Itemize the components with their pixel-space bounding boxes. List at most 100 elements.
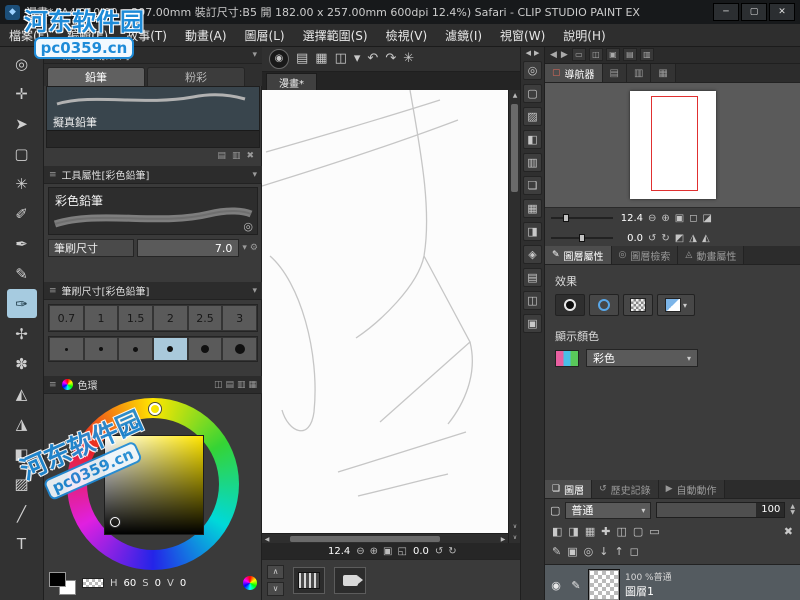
zoom-icon[interactable]: ⊖	[356, 546, 364, 557]
panel-menu-icon[interactable]: ≡	[49, 170, 57, 180]
csp-logo[interactable]: ◉	[269, 49, 289, 69]
navigator-rotate-slider[interactable]	[551, 232, 613, 244]
zoom-icon[interactable]: ⊕	[370, 546, 378, 557]
navigator-preview[interactable]	[545, 83, 800, 208]
workspace-panel-icon[interactable]: ◫	[523, 291, 542, 310]
panel-collapse-icon[interactable]: ▾	[252, 286, 257, 296]
pencil-tool[interactable]: ✎	[7, 259, 37, 288]
navigator-zoom-icon[interactable]: ⊕	[660, 213, 670, 224]
border-effect-button[interactable]	[555, 294, 585, 316]
dock-tab-icon[interactable]: ▤	[623, 48, 637, 61]
navigator-zoom-icon[interactable]: ◻	[688, 213, 698, 224]
navigator-zoom-icon[interactable]: ◪	[702, 213, 713, 224]
pen-tool[interactable]: ✒	[7, 229, 37, 258]
opacity-slider[interactable]: 100	[656, 502, 785, 518]
decoration-tool[interactable]: ✽	[7, 349, 37, 378]
vertical-scrollbar[interactable]: ▲ ∨ ∨	[508, 90, 520, 543]
page-up-button[interactable]: ∧	[267, 565, 284, 579]
display-color-select[interactable]: 彩色 ▾	[586, 349, 698, 367]
subtool-footer-icon[interactable]: ▤	[217, 151, 226, 161]
dock-tab-icon[interactable]: ▭	[572, 48, 586, 61]
brush-size-dot-cell[interactable]	[118, 337, 153, 361]
layer-command-icon[interactable]: ✎	[552, 545, 561, 558]
dock-left-icon[interactable]: ◀	[550, 50, 557, 60]
tab-layer-property[interactable]: ✎圖層屬性	[545, 246, 612, 264]
selection-launcher-icon[interactable]: ▢	[523, 84, 542, 103]
color-chips[interactable]	[49, 572, 76, 595]
tab-animation-property[interactable]: ◬動畫屬性	[678, 246, 744, 264]
blend-mode-select[interactable]: 普通 ▾	[565, 502, 651, 519]
color-panel-tab[interactable]: ▥	[237, 380, 246, 390]
menu-item[interactable]: 濾鏡(I)	[436, 27, 491, 44]
navigator-zoom-icon[interactable]: ▣	[674, 213, 685, 224]
saturation-value-square[interactable]	[104, 435, 204, 535]
figure-tool[interactable]: ╱	[7, 499, 37, 528]
menu-item[interactable]: 選擇範圍(S)	[294, 27, 377, 44]
minimize-button[interactable]: ─	[713, 3, 739, 21]
save-button[interactable]: ◫	[335, 51, 347, 66]
layer-command-icon[interactable]: ↑	[614, 545, 623, 558]
auto-select-tool[interactable]: ✳	[7, 169, 37, 198]
gradient-tool[interactable]: ▨	[7, 469, 37, 498]
rotate-icon[interactable]: ↻	[448, 546, 456, 557]
subtool-item-realistic-pencil[interactable]: 擬真鉛筆	[47, 87, 259, 131]
brush-size-dot-cell[interactable]	[84, 337, 119, 361]
rotate-icon[interactable]: ↺	[435, 546, 443, 557]
outline-effect-button[interactable]	[589, 294, 619, 316]
blend-tool[interactable]: ◮	[7, 409, 37, 438]
layer-command-icon[interactable]: ▦	[585, 525, 595, 538]
operation-tool[interactable]: ➤	[7, 109, 37, 138]
document-tab[interactable]: 漫畫*	[266, 73, 317, 90]
close-button[interactable]: ✕	[769, 3, 795, 21]
magnifier-icon[interactable]: ◎	[243, 220, 253, 233]
canvas[interactable]: ◀ ▶	[262, 90, 508, 543]
color-mode-icon[interactable]	[243, 576, 257, 590]
canvas-zoom-value[interactable]: 12.4	[328, 546, 350, 557]
menu-item[interactable]: 故事(T)	[117, 27, 176, 44]
mask-panel-icon[interactable]: ◨	[523, 222, 542, 241]
navigator-view-rect[interactable]	[651, 96, 698, 191]
tab-navigator[interactable]: ▢ 導航器	[545, 64, 603, 82]
navigator-rotate-icon[interactable]: ◩	[674, 233, 685, 244]
maximize-button[interactable]: ▢	[741, 3, 767, 21]
quick-zoom-icon[interactable]: ◎	[523, 61, 542, 80]
color-panel-tab[interactable]: ▤	[225, 380, 234, 390]
info-panel-icon[interactable]: ▣	[523, 314, 542, 333]
strip-left-icon[interactable]: ◀	[526, 49, 531, 57]
layer-command-icon[interactable]: ◨	[568, 525, 578, 538]
brush-size-dot-cell[interactable]	[153, 337, 188, 361]
canvas-rotation-value[interactable]: 0.0	[413, 546, 429, 557]
stepper-down-icon[interactable]: ▼	[790, 510, 795, 516]
panel-collapse-icon[interactable]: ▾	[252, 170, 257, 180]
menu-item[interactable]: 動畫(A)	[176, 27, 236, 44]
tone-panel-icon[interactable]: ▥	[523, 153, 542, 172]
move-tool[interactable]: ✛	[7, 79, 37, 108]
scroll-right-icon[interactable]: ▶	[498, 534, 508, 543]
eyedropper-tool[interactable]: ✐	[7, 199, 37, 228]
brush-size-cell[interactable]: 0.7	[49, 305, 84, 331]
redo-button[interactable]: ↷	[385, 51, 396, 66]
layer-command-icon[interactable]: ▭	[649, 525, 659, 538]
open-file-button[interactable]: ▦	[315, 51, 327, 66]
layer-command-icon[interactable]: ◎	[584, 545, 594, 558]
panel-menu-icon[interactable]: ≡	[49, 380, 57, 390]
layer-command-icon[interactable]: ◫	[616, 525, 626, 538]
navigator-zoom-icon[interactable]: ⊖	[647, 213, 657, 224]
menu-item[interactable]: 檔案(F)	[0, 27, 58, 44]
text-tool[interactable]: T	[7, 529, 37, 558]
layer-command-icon[interactable]: ↓	[599, 545, 608, 558]
brush-size-label[interactable]: 筆刷尺寸	[48, 239, 134, 257]
expression-color-button[interactable]: ▾	[657, 294, 695, 316]
gradient-panel-icon[interactable]: ▨	[523, 107, 542, 126]
navigator-rotate-icon[interactable]: ↺	[647, 233, 657, 244]
layer-item[interactable]: ◉ ✎ 100 %普通 圖層1	[545, 565, 800, 600]
sv-indicator[interactable]	[110, 517, 120, 527]
foreground-color-chip[interactable]	[49, 572, 66, 587]
navigator-rotate-icon[interactable]: ◭	[701, 233, 711, 244]
layer-command-icon[interactable]: ◧	[552, 525, 562, 538]
navigator-zoom-slider[interactable]	[551, 212, 613, 224]
panel-collapse-icon[interactable]: ▾	[252, 50, 257, 60]
combine-mode-icon[interactable]: ▢	[550, 504, 560, 517]
brush-size-value[interactable]: 7.0	[137, 239, 239, 257]
material-panel-icon[interactable]: ▦	[523, 199, 542, 218]
